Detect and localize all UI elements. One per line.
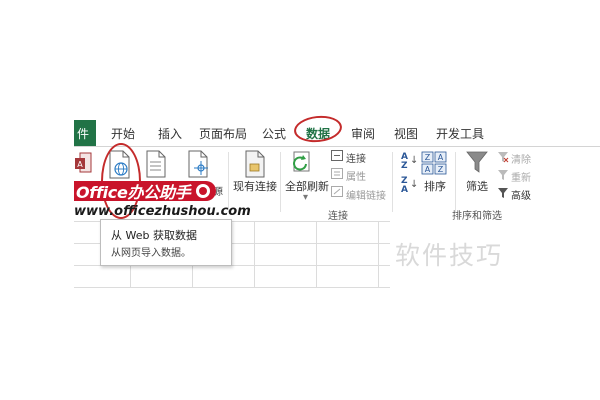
tab-formulas[interactable]: 公式 (262, 125, 286, 142)
tooltip-title: 从 Web 获取数据 (111, 229, 197, 242)
edit-links-button[interactable]: 编辑链接 (346, 187, 386, 202)
reapply-filter-button[interactable]: 重新 (511, 169, 531, 184)
grid-line (254, 221, 255, 287)
group-separator (228, 152, 229, 212)
group-separator (455, 152, 456, 212)
existing-connections-label[interactable]: 现有连接 (233, 178, 277, 194)
tab-view[interactable]: 视图 (394, 125, 418, 142)
existing-connections-icon[interactable] (244, 150, 268, 178)
tab-insert[interactable]: 插入 (158, 125, 182, 142)
group-separator (280, 152, 281, 212)
svg-text:A: A (438, 153, 444, 162)
filter-button-label[interactable]: 筛选 (466, 178, 488, 194)
from-access-icon[interactable]: A (74, 152, 92, 174)
from-other-sources-icon[interactable] (187, 150, 211, 178)
sort-filter-group-label: 排序和筛选 (452, 211, 502, 222)
sort-icon[interactable]: Z A A Z (421, 151, 447, 175)
sort-descending-icon[interactable]: Z A ↓ (401, 177, 418, 197)
tooltip-description: 从网页导入数据。 (111, 248, 191, 259)
svg-text:A: A (425, 165, 431, 174)
grid-line (378, 221, 379, 287)
clear-filter-button[interactable]: 清除 (511, 151, 531, 166)
tab-developer[interactable]: 开发工具 (436, 125, 484, 142)
tab-home[interactable]: 开始 (111, 125, 135, 142)
from-text-icon[interactable] (145, 150, 167, 178)
svg-text:Z: Z (438, 165, 444, 174)
connections-icon (331, 150, 343, 161)
refresh-all-icon[interactable] (292, 150, 318, 176)
chevron-down-icon[interactable]: ▾ (303, 192, 308, 203)
tab-file[interactable]: 件 (74, 120, 96, 147)
grid-line (316, 221, 317, 287)
advanced-filter-button[interactable]: 高级 (511, 187, 531, 202)
svg-text:A: A (77, 160, 83, 169)
watermark-text: 软件技巧 (395, 241, 504, 270)
group-separator (392, 152, 393, 212)
office-logo-dot (199, 187, 207, 195)
tab-page-layout[interactable]: 页面布局 (199, 125, 247, 142)
advanced-filter-icon (498, 188, 508, 198)
filter-icon[interactable] (466, 150, 488, 174)
connections-button[interactable]: 连接 (346, 150, 366, 165)
connections-group-label: 连接 (328, 211, 348, 222)
properties-icon (331, 168, 343, 179)
clear-filter-icon (498, 152, 509, 163)
edit-links-icon (331, 186, 343, 197)
office-logo-text: Office办公助手 (76, 183, 191, 202)
grid-line (74, 287, 390, 288)
tab-review[interactable]: 审阅 (351, 125, 375, 142)
svg-text:Z: Z (425, 153, 431, 162)
reapply-filter-icon (498, 170, 508, 180)
properties-button[interactable]: 属性 (346, 168, 366, 183)
sort-button-label[interactable]: 排序 (424, 178, 446, 194)
tab-file-label: 件 (77, 127, 90, 141)
watermark-url: www.officezhushou.com (74, 204, 251, 219)
sort-ascending-icon[interactable]: A Z ↓ (401, 153, 418, 173)
